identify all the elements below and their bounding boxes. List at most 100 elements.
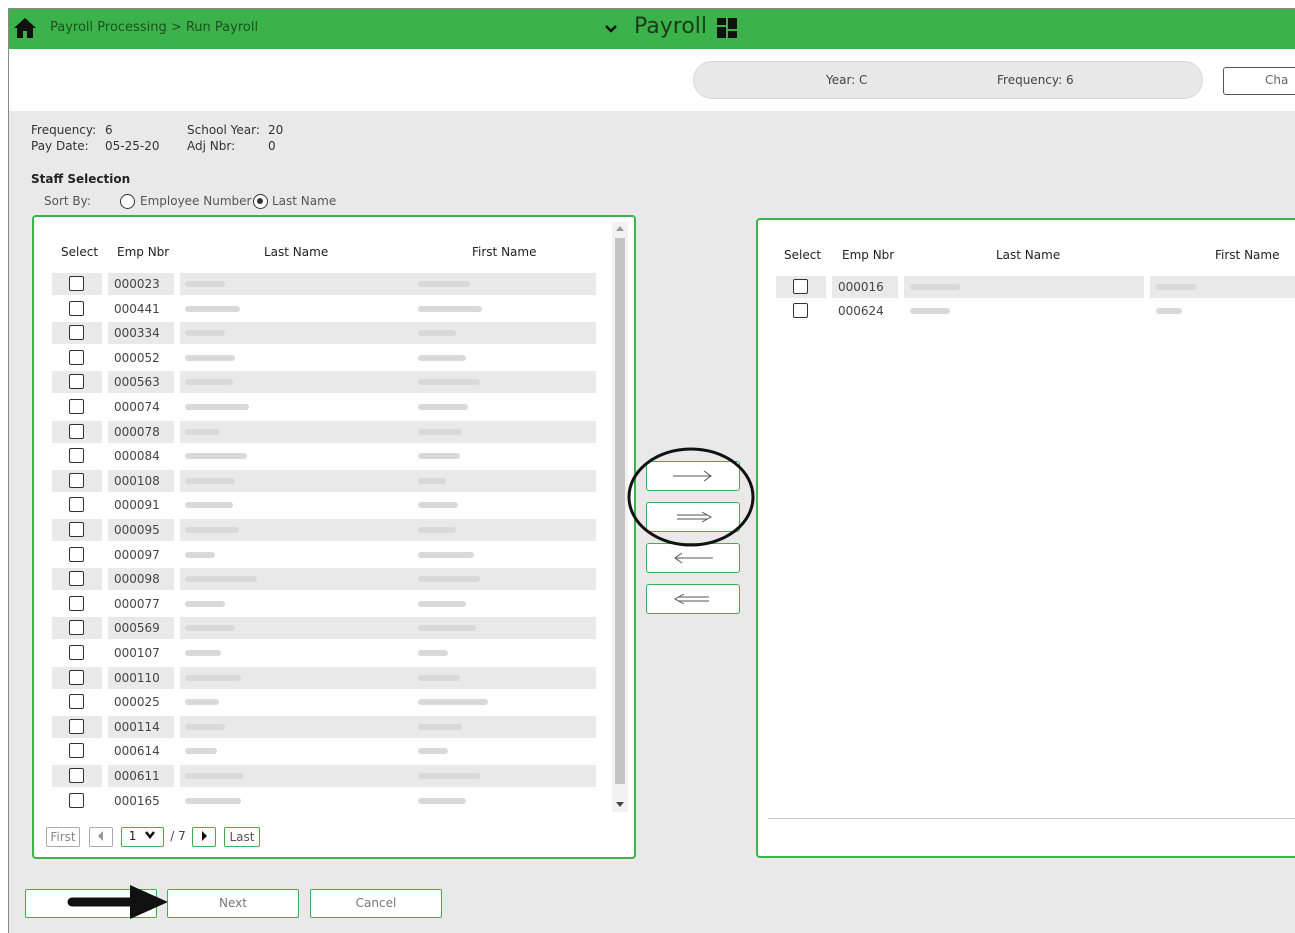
row-checkbox[interactable] (69, 768, 84, 783)
table-row[interactable]: 000097 (52, 544, 594, 566)
row-checkbox[interactable] (69, 497, 84, 513)
table-row[interactable]: 000107 (52, 642, 594, 664)
redacted-first-name (418, 797, 466, 804)
app-title: Payroll (634, 14, 708, 39)
table-row[interactable]: 000611 (52, 765, 596, 787)
emp-nbr: 000025 (114, 695, 160, 710)
row-checkbox[interactable] (69, 694, 84, 710)
table-row[interactable]: 000114 (52, 715, 596, 738)
sort-employee-number-label[interactable]: Employee Number (140, 194, 251, 208)
redacted-first-name (418, 527, 456, 533)
pager-last-button[interactable]: Last (224, 827, 260, 847)
name-cell (180, 371, 596, 394)
table-row[interactable]: 000441 (52, 298, 594, 320)
row-checkbox[interactable] (69, 325, 84, 341)
emp-nbr: 000611 (114, 769, 160, 783)
row-checkbox[interactable] (69, 743, 84, 759)
row-checkbox[interactable] (69, 349, 84, 365)
table-row[interactable]: 000095 (52, 519, 596, 541)
pay-date-label: Pay Date: (31, 139, 89, 153)
arrow-left-icon (674, 552, 713, 564)
table-row[interactable]: 000023 (52, 273, 596, 295)
table-row[interactable]: 000563 (52, 371, 596, 394)
redacted-last-name (185, 477, 235, 484)
pager-prev-button[interactable] (89, 827, 113, 847)
redacted-first-name (418, 453, 460, 460)
table-row[interactable]: 000077 (52, 593, 594, 615)
scroll-down-icon[interactable] (616, 802, 624, 807)
redacted-last-name (185, 600, 225, 607)
col-select: Select (61, 245, 99, 259)
row-checkbox[interactable] (69, 423, 84, 439)
menu-grid-icon[interactable] (716, 17, 738, 39)
redacted-last-name (185, 625, 235, 632)
page-select[interactable]: 1 (121, 827, 164, 847)
table-row[interactable]: 000084 (52, 445, 594, 467)
pay-date-value: 05-25-20 (105, 139, 160, 153)
sort-last-name-label[interactable]: Last Name (272, 194, 336, 208)
row-checkbox[interactable] (69, 448, 84, 464)
redacted-last-name (185, 797, 241, 804)
table-row[interactable]: 000165 (52, 790, 594, 812)
pager-first-button[interactable]: First (46, 827, 80, 847)
sort-last-name-radio[interactable] (253, 194, 268, 209)
emp-nbr: 000334 (114, 326, 160, 341)
row-checkbox[interactable] (69, 300, 84, 316)
table-row[interactable]: 000025 (52, 691, 594, 713)
staff-selection-title: Staff Selection (31, 172, 131, 186)
table-row[interactable]: 000074 (52, 396, 594, 418)
change-button[interactable]: Cha (1223, 67, 1295, 95)
table-row[interactable]: 000334 (52, 322, 596, 345)
row-checkbox[interactable] (69, 595, 84, 611)
emp-nbr: 000084 (114, 449, 160, 464)
row-checkbox[interactable] (69, 792, 84, 808)
row-checkbox[interactable] (69, 472, 84, 488)
school-year-value: 20 (268, 123, 284, 137)
breadcrumb[interactable]: Payroll Processing > Run Payroll (50, 20, 258, 35)
context-pill: Year: C Frequency: 6 (693, 61, 1203, 99)
emp-nbr: 000074 (114, 400, 160, 414)
home-icon[interactable] (13, 16, 37, 40)
table-row[interactable]: 000108 (52, 469, 596, 492)
caret-left-icon (98, 831, 103, 841)
row-checkbox[interactable] (793, 279, 808, 294)
chevron-down-icon[interactable] (603, 18, 619, 38)
table-row[interactable]: 000016 (776, 276, 1295, 298)
page-total: / 7 (170, 829, 186, 843)
row-checkbox[interactable] (69, 546, 84, 562)
table-row[interactable]: 000614 (52, 740, 594, 762)
row-checkbox[interactable] (69, 374, 84, 390)
name-cell (180, 691, 596, 713)
sort-employee-number-radio[interactable] (120, 194, 135, 209)
move-all-left-button[interactable] (646, 584, 740, 614)
table-row[interactable]: 000091 (52, 494, 594, 516)
row-checkbox[interactable] (69, 522, 84, 537)
pager-next-button[interactable] (192, 827, 216, 847)
table-row[interactable]: 000569 (52, 617, 596, 640)
emp-nbr: 000569 (114, 621, 160, 636)
cancel-button[interactable]: Cancel (310, 889, 442, 918)
table-row[interactable]: 000624 (776, 300, 1295, 322)
emp-nbr: 000052 (114, 350, 160, 365)
top-bar: Payroll Processing > Run Payroll Payroll (9, 9, 1295, 49)
redacted-last-name (185, 748, 217, 755)
pointer-arrow (67, 885, 168, 919)
row-checkbox[interactable] (793, 303, 808, 318)
row-checkbox[interactable] (69, 399, 84, 414)
highlight-circle (627, 447, 755, 547)
row-checkbox[interactable] (69, 645, 84, 660)
table-row[interactable]: 000052 (52, 347, 594, 369)
col-emp-nbr: Emp Nbr (842, 248, 895, 262)
table-row[interactable]: 000078 (52, 420, 596, 443)
row-checkbox[interactable] (69, 276, 84, 291)
col-last-name: Last Name (996, 248, 1061, 262)
next-button[interactable]: Next (167, 889, 299, 918)
scroll-up-icon[interactable] (616, 226, 624, 231)
name-cell (180, 519, 596, 541)
row-checkbox[interactable] (69, 669, 84, 685)
row-checkbox[interactable] (69, 620, 84, 636)
row-checkbox[interactable] (69, 718, 84, 734)
table-row[interactable]: 000110 (52, 666, 596, 689)
table-row[interactable]: 000098 (52, 568, 596, 591)
row-checkbox[interactable] (69, 571, 84, 587)
